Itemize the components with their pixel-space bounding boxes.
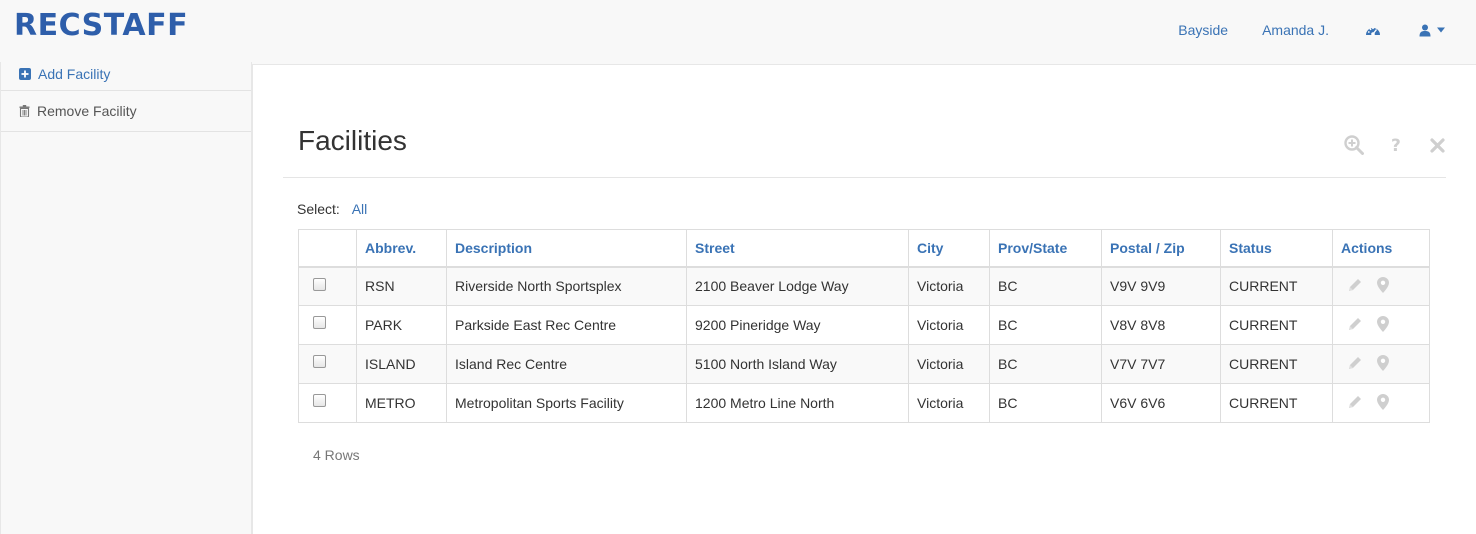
zoom-in-icon[interactable] (1344, 135, 1364, 155)
table-row[interactable]: METRO Metropolitan Sports Facility 1200 Me… (298, 383, 1430, 423)
cell-prov-state: BC (989, 266, 1102, 306)
row-checkbox[interactable] (313, 316, 326, 329)
cell-select (298, 305, 357, 345)
user-name-link[interactable]: Amanda J. (1262, 22, 1329, 38)
caret-down-icon (1437, 27, 1445, 33)
plus-square-icon (19, 68, 31, 80)
select-label: Select: (297, 201, 340, 217)
cell-select (298, 383, 357, 423)
cell-prov-state: BC (989, 305, 1102, 345)
cell-city: Victoria (908, 344, 990, 384)
cell-status: CURRENT (1220, 344, 1333, 384)
column-header-status[interactable]: Status (1220, 229, 1333, 268)
location-link[interactable]: Bayside (1178, 22, 1228, 38)
cell-city: Victoria (908, 305, 990, 345)
edit-pencil-icon[interactable] (1347, 394, 1363, 410)
dashboard-icon[interactable] (1365, 24, 1381, 37)
question-icon[interactable]: ? (1386, 135, 1406, 155)
sidebar-item-add-facility[interactable]: Add Facility (1, 62, 251, 91)
user-menu-dropdown[interactable] (1419, 24, 1446, 37)
select-all-link[interactable]: All (352, 201, 368, 217)
cell-select (298, 344, 357, 384)
table-row[interactable]: RSN Riverside North Sportsplex 2100 Beaver… (298, 266, 1430, 306)
close-icon[interactable] (1428, 135, 1448, 155)
row-checkbox[interactable] (313, 394, 326, 407)
map-marker-icon[interactable] (1377, 276, 1389, 293)
user-icon (1419, 24, 1431, 36)
column-header-select (298, 229, 357, 268)
column-header-prov-state[interactable]: Prov/State (989, 229, 1102, 268)
column-header-postal-zip[interactable]: Postal / Zip (1101, 229, 1221, 268)
cell-actions (1332, 344, 1430, 384)
cell-city: Victoria (908, 266, 990, 306)
cell-status: CURRENT (1220, 383, 1333, 423)
edit-pencil-icon[interactable] (1347, 277, 1363, 293)
cell-prov-state: BC (989, 344, 1102, 384)
cell-street: 2100 Beaver Lodge Way (686, 266, 909, 306)
map-marker-icon[interactable] (1377, 315, 1389, 332)
select-row: Select: All (297, 201, 367, 217)
table-row[interactable]: PARK Parkside East Rec Centre 9200 Pinerid… (298, 305, 1430, 345)
column-header-city[interactable]: City (908, 229, 990, 268)
page-title: Facilities (298, 125, 407, 156)
cell-postal-zip: V7V 7V7 (1101, 344, 1221, 384)
title-divider (283, 177, 1446, 178)
table-header-row: Abbrev. Description Street City Prov/Sta… (298, 229, 1430, 268)
cell-description: Parkside East Rec Centre (446, 305, 687, 345)
cell-city: Victoria (908, 383, 990, 423)
edit-pencil-icon[interactable] (1347, 316, 1363, 332)
cell-status: CURRENT (1220, 305, 1333, 345)
cell-description: Island Rec Centre (446, 344, 687, 384)
cell-postal-zip: V8V 8V8 (1101, 305, 1221, 345)
cell-abbrev: METRO (356, 383, 447, 423)
table-row[interactable]: ISLAND Island Rec Centre 5100 North Island… (298, 344, 1430, 384)
cell-abbrev: ISLAND (356, 344, 447, 384)
column-header-actions: Actions (1332, 229, 1430, 268)
table-body: RSN Riverside North Sportsplex 2100 Beaver… (298, 266, 1430, 423)
cell-select (298, 266, 357, 306)
cell-street: 1200 Metro Line North (686, 383, 909, 423)
cell-actions (1332, 383, 1430, 423)
sidebar-item-label: Add Facility (38, 66, 111, 82)
sidebar-item-remove-facility[interactable]: Remove Facility (1, 91, 251, 132)
column-header-street[interactable]: Street (686, 229, 909, 268)
column-header-description[interactable]: Description (446, 229, 687, 268)
row-count: 4 Rows (313, 447, 360, 463)
top-navbar: RECSTAFF Bayside Amanda J. (0, 0, 1476, 62)
cell-actions (1332, 266, 1430, 306)
cell-description: Metropolitan Sports Facility (446, 383, 687, 423)
cell-abbrev: RSN (356, 266, 447, 306)
row-checkbox[interactable] (313, 355, 326, 368)
cell-status: CURRENT (1220, 266, 1333, 306)
svg-text:?: ? (1391, 136, 1401, 155)
cell-abbrev: PARK (356, 305, 447, 345)
main-content: Facilities ? Select: All Abbrev. Descrip… (252, 64, 1476, 534)
map-marker-icon[interactable] (1377, 354, 1389, 371)
cell-description: Riverside North Sportsplex (446, 266, 687, 306)
row-checkbox[interactable] (313, 277, 326, 291)
cell-postal-zip: V9V 9V9 (1101, 266, 1221, 306)
map-marker-icon[interactable] (1377, 393, 1389, 410)
facilities-table: Abbrev. Description Street City Prov/Sta… (298, 229, 1430, 423)
cell-street: 5100 North Island Way (686, 344, 909, 384)
sidebar: Add Facility Remove Facility (0, 62, 252, 534)
cell-prov-state: BC (989, 383, 1102, 423)
navbar-right: Bayside Amanda J. (1178, 22, 1446, 38)
cell-postal-zip: V6V 6V6 (1101, 383, 1221, 423)
brand-logo[interactable]: RECSTAFF (14, 8, 188, 43)
sidebar-item-label: Remove Facility (37, 103, 137, 119)
cell-actions (1332, 305, 1430, 345)
column-header-abbrev[interactable]: Abbrev. (356, 229, 447, 268)
cell-street: 9200 Pineridge Way (686, 305, 909, 345)
panel-tools: ? (1344, 135, 1448, 155)
trash-icon (19, 105, 30, 117)
edit-pencil-icon[interactable] (1347, 355, 1363, 371)
